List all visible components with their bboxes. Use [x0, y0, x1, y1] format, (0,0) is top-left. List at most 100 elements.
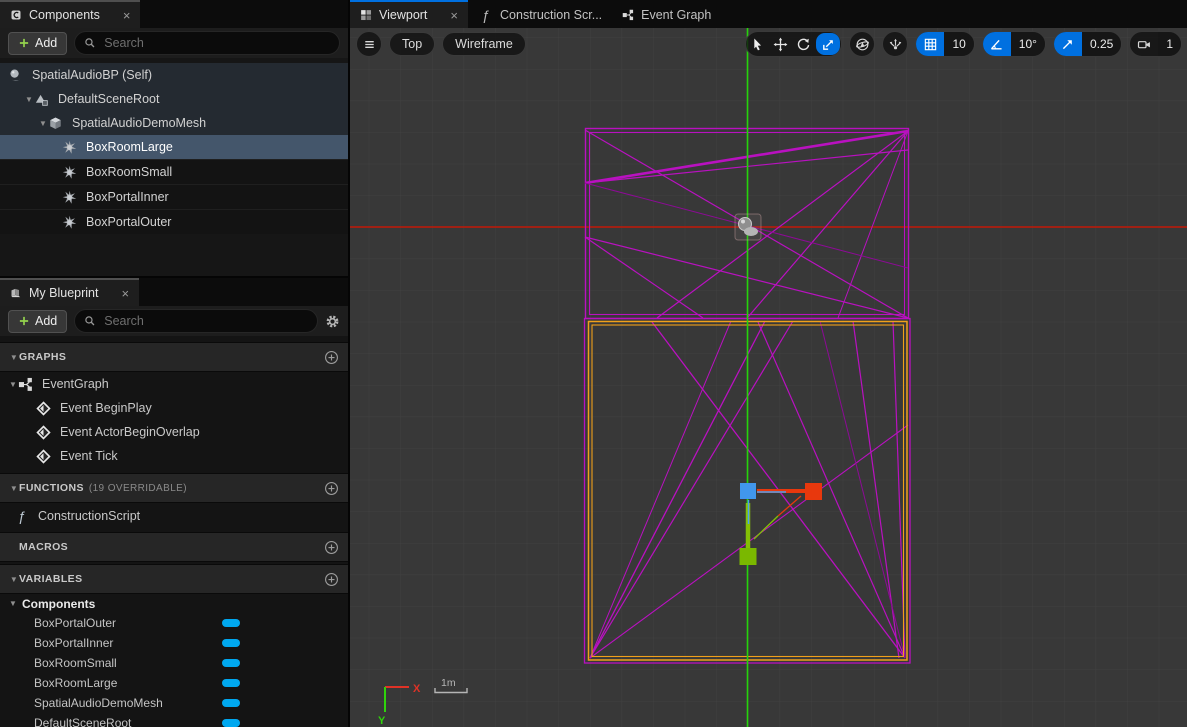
translate-tool-button[interactable] [769, 32, 792, 56]
coordinate-system-button[interactable] [849, 31, 875, 57]
viewport-pane: X Y 1m Top Wireframe [350, 28, 1187, 727]
cursor-icon [750, 37, 765, 52]
scale-snap-group: 0.25 [1053, 31, 1122, 57]
close-icon[interactable]: × [123, 9, 131, 22]
tree-row-label: SpatialAudioBP (Self) [32, 68, 152, 82]
add-blueprint-item-button[interactable]: Add [8, 310, 67, 333]
tree-row-boxportalinner[interactable]: BoxPortalInner [0, 184, 348, 209]
close-icon[interactable]: × [450, 9, 458, 22]
variable-label: BoxPortalOuter [34, 616, 116, 630]
view-mode-dropdown[interactable]: Top [389, 32, 435, 56]
grid-snap-toggle[interactable] [916, 32, 944, 56]
tree-row-boxportalouter[interactable]: BoxPortalOuter [0, 209, 348, 234]
select-tool-button[interactable] [746, 32, 769, 56]
constructionscript-row[interactable]: ƒ ConstructionScript [0, 503, 348, 529]
viewport-icon [360, 9, 372, 21]
angle-icon [989, 37, 1004, 52]
variable-row-defaultsceneroot[interactable]: DefaultSceneRoot [0, 713, 348, 727]
render-mode-dropdown[interactable]: Wireframe [442, 32, 526, 56]
scene-root-icon [34, 92, 49, 107]
variable-label: SpatialAudioDemoMesh [34, 696, 163, 710]
grid-icon [923, 37, 938, 52]
viewport-canvas[interactable]: X Y 1m [350, 28, 1187, 727]
gizmo-x-handle[interactable] [805, 483, 822, 500]
viewport-toolbar-right: 10 10° 0.25 1 [745, 31, 1182, 57]
search-icon [84, 315, 96, 327]
close-icon[interactable]: × [121, 287, 129, 300]
variable-row-boxroomlarge[interactable]: BoxRoomLarge [0, 673, 348, 693]
scale-tool-button[interactable] [816, 33, 840, 55]
event-diamond-icon [36, 449, 51, 464]
eventgraph-row[interactable]: ▼ EventGraph [0, 372, 348, 396]
add-component-button[interactable]: Add [8, 32, 67, 55]
expander-icon[interactable]: ▼ [38, 119, 48, 128]
variable-row-boxportalinner[interactable]: BoxPortalInner [0, 633, 348, 653]
variable-row-boxportalouter[interactable]: BoxPortalOuter [0, 613, 348, 633]
variables-section-header[interactable]: ▼ VARIABLES [0, 564, 348, 594]
components-search-input[interactable] [102, 35, 330, 51]
graphs-section-header[interactable]: ▼ GRAPHS [0, 342, 348, 372]
event-beginplay-row[interactable]: Event BeginPlay [0, 396, 348, 420]
audio-burst-icon [62, 165, 77, 180]
surface-snapping-button[interactable] [882, 31, 908, 57]
add-graph-button[interactable] [324, 350, 339, 365]
add-function-button[interactable] [324, 481, 339, 496]
variable-row-boxroomsmall[interactable]: BoxRoomSmall [0, 653, 348, 673]
search-icon [84, 37, 96, 49]
tree-row-scene-root[interactable]: ▼ DefaultSceneRoot [0, 87, 348, 111]
tree-row-demo-mesh[interactable]: ▼ SpatialAudioDemoMesh [0, 111, 348, 135]
gizmo-center-handle[interactable] [740, 483, 756, 499]
tab-viewport[interactable]: Viewport × [350, 0, 468, 28]
expander-icon[interactable]: ▼ [9, 353, 19, 362]
tab-event-graph[interactable]: Event Graph [612, 0, 721, 28]
expander-icon[interactable]: ▼ [9, 575, 19, 584]
my-blueprint-toolbar: Add [0, 306, 348, 336]
variable-type-pill [222, 679, 240, 687]
camera-speed-group: 1 [1129, 31, 1182, 57]
tree-row-self[interactable]: SpatialAudioBP (Self) [0, 63, 348, 87]
settings-gear-button[interactable] [325, 314, 340, 329]
macros-section-header[interactable]: MACROS [0, 532, 348, 562]
move-icon [773, 37, 788, 52]
tab-components[interactable]: Components × [0, 0, 140, 28]
functions-overridable-badge: (19 OVERRIDABLE) [89, 483, 187, 494]
variables-category-components[interactable]: ▼ Components [0, 594, 348, 613]
event-diamond-icon [36, 425, 51, 440]
variable-row-spatialaudiodemomesh[interactable]: SpatialAudioDemoMesh [0, 693, 348, 713]
camera-speed-button[interactable] [1130, 32, 1158, 56]
grid-snap-value[interactable]: 10 [944, 32, 973, 56]
expander-icon[interactable]: ▼ [9, 484, 19, 493]
expander-icon[interactable]: ▼ [8, 380, 18, 389]
viewport-options-menu-button[interactable] [356, 31, 382, 57]
event-tick-row[interactable]: Event Tick [0, 444, 348, 468]
functions-section-header[interactable]: ▼ FUNCTIONS (19 OVERRIDABLE) [0, 473, 348, 503]
add-variable-button[interactable] [324, 572, 339, 587]
camera-speed-value[interactable]: 1 [1158, 32, 1181, 56]
add-macro-button[interactable] [324, 540, 339, 555]
rotation-snap-group: 10° [982, 31, 1046, 57]
tab-my-blueprint[interactable]: My Blueprint × [0, 278, 139, 306]
rotate-tool-button[interactable] [792, 32, 815, 56]
tree-row-boxroomsmall[interactable]: BoxRoomSmall [0, 159, 348, 184]
expander-icon[interactable]: ▼ [24, 95, 34, 104]
rotation-snap-value[interactable]: 10° [1011, 32, 1045, 56]
my-blueprint-body: ▼ GRAPHS ▼ EventGraph Event BeginPlay Ev… [0, 336, 348, 727]
rotate-icon [796, 37, 811, 52]
event-actorbeginoverlap-row[interactable]: Event ActorBeginOverlap [0, 420, 348, 444]
scale-snap-toggle[interactable] [1054, 32, 1082, 56]
tab-construction-script-label: Construction Scr... [500, 8, 602, 22]
add-button-label: Add [35, 314, 57, 328]
tab-construction-script[interactable]: ƒ Construction Scr... [468, 0, 612, 28]
rotation-snap-toggle[interactable] [983, 32, 1011, 56]
component-sprite-icon[interactable] [735, 214, 761, 240]
scale-bar-label: 1m [441, 677, 456, 689]
tree-row-boxroomlarge-selected[interactable]: BoxRoomLarge [0, 135, 348, 159]
my-blueprint-search-input[interactable] [102, 313, 308, 329]
viewport-toolbar: Top Wireframe [356, 31, 1182, 57]
expander-icon[interactable]: ▼ [8, 599, 18, 608]
event-graph-icon [18, 377, 33, 392]
scale-snap-value[interactable]: 0.25 [1082, 32, 1121, 56]
variable-type-pill [222, 699, 240, 707]
variable-label: BoxPortalInner [34, 636, 113, 650]
gizmo-y-handle[interactable] [740, 548, 757, 565]
